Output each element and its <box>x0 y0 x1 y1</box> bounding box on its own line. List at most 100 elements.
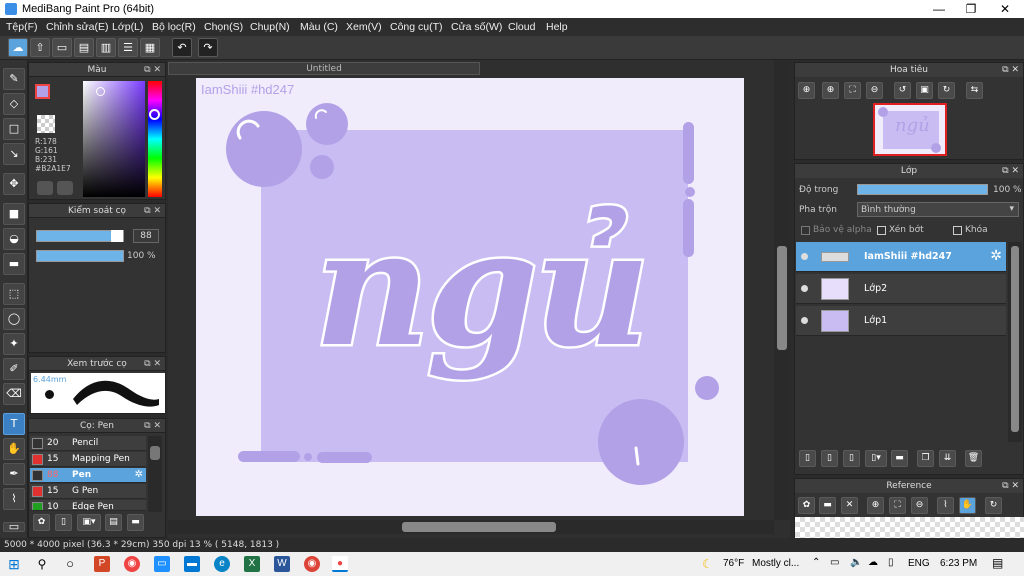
duplicate-layer-icon[interactable]: ❐ <box>917 450 934 467</box>
excel-icon[interactable]: X <box>244 556 260 572</box>
hue-slider[interactable] <box>148 81 162 197</box>
menu-select[interactable]: Chọn(S) <box>204 21 243 33</box>
eraser-tool-icon[interactable]: ◇ <box>3 93 25 115</box>
brush-item-g-pen[interactable]: 15 G Pen <box>30 484 146 499</box>
fit-icon[interactable]: ⛶ <box>844 82 861 99</box>
gradient-tool-icon[interactable]: ▬ <box>3 253 25 275</box>
edge-icon[interactable]: e <box>214 556 230 572</box>
notification-icon[interactable]: ▤ <box>992 556 1003 570</box>
flip-icon[interactable]: ⇆ <box>966 82 983 99</box>
sv-picker-handle[interactable] <box>96 87 105 96</box>
layer-row[interactable]: Lớp2 <box>796 274 1006 304</box>
merge-layer-icon[interactable]: ⇊ <box>939 450 956 467</box>
powerpoint-icon[interactable]: P <box>94 556 110 572</box>
select-rect-tool-icon[interactable]: ⬚ <box>3 283 25 305</box>
text-tool-icon[interactable]: T <box>3 413 25 435</box>
brush-menu-icon[interactable]: ▣▾ <box>77 514 101 531</box>
brush-settings-icon[interactable]: ▤ <box>105 514 122 531</box>
trash-icon[interactable]: 🗑 <box>965 450 982 467</box>
select-eraser-tool-icon[interactable]: ⌫ <box>3 383 25 405</box>
chrome-icon[interactable]: ◉ <box>304 556 320 572</box>
palette-icon[interactable] <box>37 181 53 195</box>
hue-slider-handle[interactable] <box>149 109 160 120</box>
layer-opacity-slider[interactable] <box>857 184 988 195</box>
task-view-icon[interactable]: ○ <box>62 556 78 572</box>
layer-list-scrollbar[interactable] <box>1008 242 1022 442</box>
new-brush-icon[interactable]: ▯ <box>55 514 72 531</box>
chat-icon[interactable]: ▭ <box>52 38 72 57</box>
monitor-icon[interactable]: ▭ <box>154 556 170 572</box>
canvas-vertical-scrollbar[interactable] <box>774 60 790 520</box>
cloud-icon[interactable]: ☁ <box>8 38 28 57</box>
blend-mode-select[interactable]: Bình thường ▾ <box>857 202 1019 217</box>
pen-tool-icon[interactable]: ✒ <box>3 463 25 485</box>
new-layer-menu-icon[interactable]: ▯▾ <box>865 450 887 467</box>
search-icon[interactable]: ⚲ <box>34 556 50 572</box>
menu-cloud[interactable]: Cloud <box>508 21 535 33</box>
menu-tools[interactable]: Công cụ(T) <box>390 21 443 33</box>
explorer-icon[interactable]: ▬ <box>184 556 200 572</box>
brush-item-pen[interactable]: 88 Pen ✲ <box>30 468 146 483</box>
new-8bit-layer-icon[interactable]: ▯ <box>843 450 860 467</box>
gear-icon[interactable]: ✲ <box>135 469 143 480</box>
eye-icon[interactable] <box>801 317 808 324</box>
magic-wand-tool-icon[interactable]: ✦ <box>3 333 25 355</box>
layer-row[interactable]: IamShiii #hd247 ✲ <box>796 242 1006 272</box>
zoom-in-alt-icon[interactable]: ⊕ <box>822 82 839 99</box>
eye-icon[interactable] <box>801 285 808 292</box>
reference-image-area[interactable] <box>795 517 1024 539</box>
line-tool-icon[interactable]: ↘ <box>3 143 25 165</box>
reference-zoom-in-icon[interactable]: ⊕ <box>867 497 884 514</box>
zoom-in-icon[interactable]: ⊕ <box>798 82 815 99</box>
color-set-icon[interactable] <box>57 181 73 195</box>
menu-color[interactable]: Màu (C) <box>300 21 338 33</box>
brush-list-scrollbar[interactable] <box>148 436 162 512</box>
menu-help[interactable]: Help <box>546 21 568 33</box>
reference-rotate-icon[interactable]: ↻ <box>985 497 1002 514</box>
menu-edit[interactable]: Chỉnh sửa(E) <box>46 21 108 33</box>
windows-start-icon[interactable]: ⊞ <box>6 556 22 572</box>
list-icon[interactable]: ☰ <box>118 38 138 57</box>
minimize-button[interactable]: — <box>922 0 956 18</box>
close-reference-icon[interactable]: ✕ <box>841 497 858 514</box>
layer-row[interactable]: Lớp1 <box>796 306 1006 336</box>
reference-hand-icon[interactable]: ✋ <box>959 497 976 514</box>
grid-icon[interactable]: ▦ <box>140 38 160 57</box>
brush-size-handle[interactable] <box>111 230 123 242</box>
canvas-horizontal-scrollbar[interactable] <box>168 520 774 534</box>
medibang-icon[interactable]: ● <box>332 556 348 572</box>
clipping-checkbox[interactable] <box>877 226 886 235</box>
foreground-color-swatch[interactable] <box>35 84 50 99</box>
brush-opacity-slider[interactable] <box>36 250 124 262</box>
menu-window[interactable]: Cửa số(W) <box>451 21 502 33</box>
protect-alpha-checkbox[interactable] <box>801 226 810 235</box>
menu-capture[interactable]: Chụp(N) <box>250 21 290 33</box>
volume-icon[interactable]: 🔈 <box>850 557 862 568</box>
zoom-out-icon[interactable]: ⊖ <box>866 82 883 99</box>
reference-fit-icon[interactable]: ⛶ <box>889 497 906 514</box>
canvas[interactable]: IamShiii #hd247 ngủ <box>196 78 744 516</box>
comment-icon[interactable]: ▤ <box>74 38 94 57</box>
lasso-tool-icon[interactable]: ◯ <box>3 308 25 330</box>
rotate-right-icon[interactable]: ↻ <box>938 82 955 99</box>
redo-icon[interactable]: ↷ <box>198 38 218 57</box>
menu-file[interactable]: Tệp(F) <box>6 21 38 33</box>
open-reference-icon[interactable]: ▬ <box>819 497 836 514</box>
bucket-tool-icon[interactable]: ◒ <box>3 228 25 250</box>
upload-icon[interactable]: ⇧ <box>30 38 50 57</box>
network-icon[interactable]: ▭ <box>830 557 839 568</box>
fill-rect-tool-icon[interactable]: ■ <box>3 203 25 225</box>
reference-eyedropper-icon[interactable]: ⌇ <box>937 497 954 514</box>
word-icon[interactable]: W <box>274 556 290 572</box>
close-button[interactable]: ✕ <box>988 0 1022 18</box>
tray-overflow-icon[interactable]: ⌃ <box>812 557 820 568</box>
brush-item-mapping-pen[interactable]: 15 Mapping Pen <box>30 452 146 467</box>
navigator-thumbnail[interactable]: ngủ <box>873 103 947 156</box>
clock[interactable]: 6:23 PM <box>940 558 977 569</box>
undo-icon[interactable]: ↶ <box>172 38 192 57</box>
brush-tool-icon[interactable]: ✎ <box>3 68 25 90</box>
transparent-swatch[interactable] <box>37 115 55 133</box>
page-icon[interactable]: ▥ <box>96 38 116 57</box>
new-halftone-layer-icon[interactable]: ▯ <box>821 450 838 467</box>
add-reference-icon[interactable]: ✿ <box>798 497 815 514</box>
